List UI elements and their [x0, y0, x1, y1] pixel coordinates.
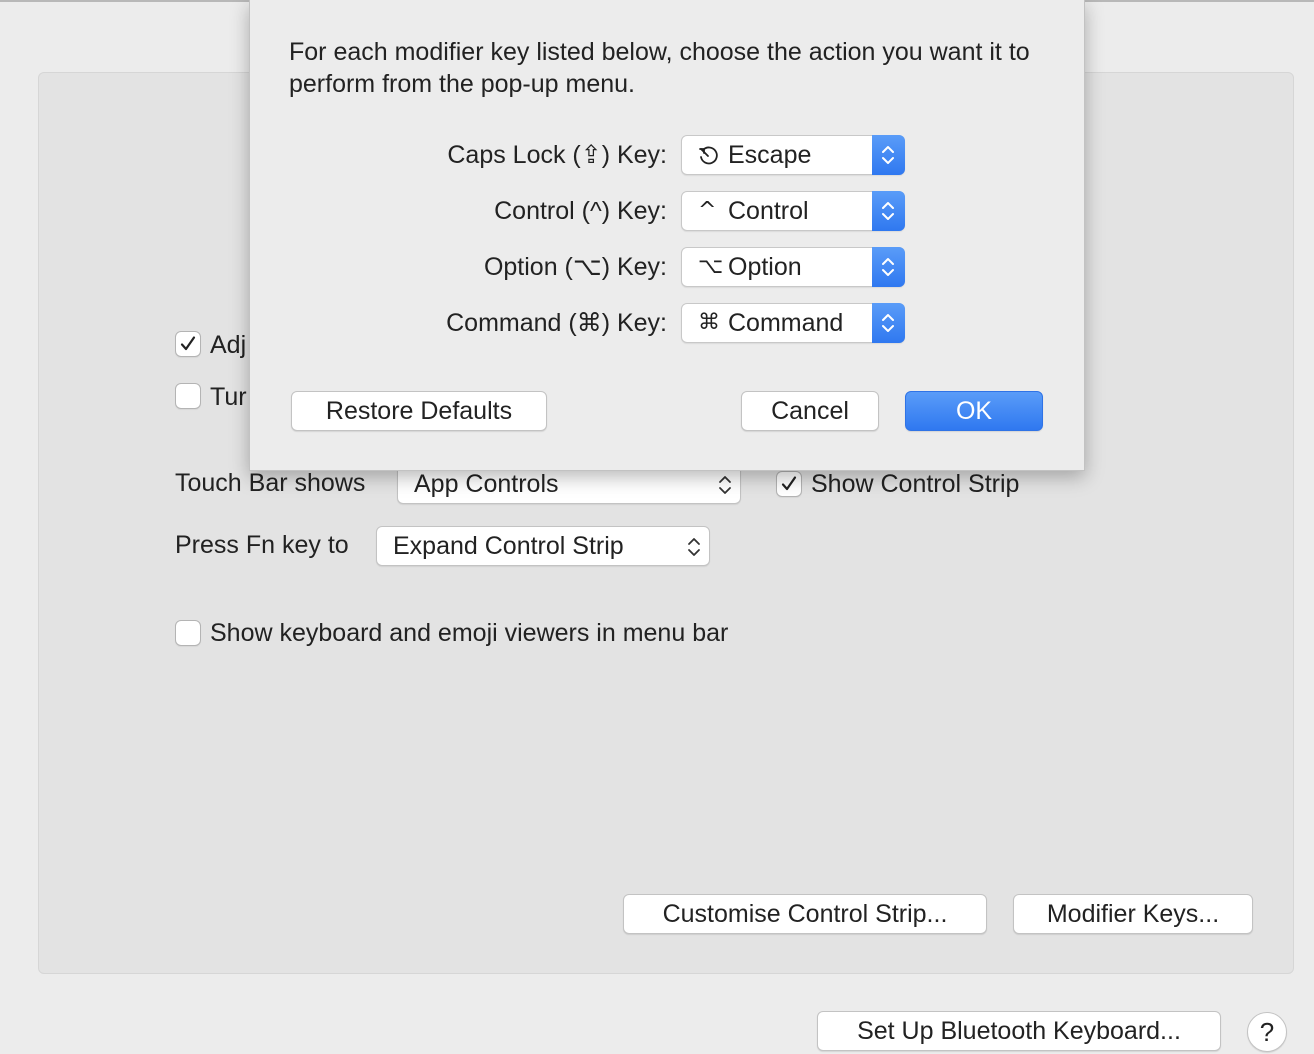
popup-stepper [872, 135, 905, 175]
show-viewers-checkbox[interactable] [175, 620, 201, 646]
modifier-keys-button[interactable]: Modifier Keys... [1013, 894, 1253, 934]
adjust-brightness-label: Adj [210, 331, 247, 359]
updown-arrows-icon [882, 202, 894, 220]
option-key-value: Option [728, 253, 802, 281]
press-fn-key-value: Expand Control Strip [393, 532, 624, 560]
restore-defaults-button[interactable]: Restore Defaults [291, 391, 547, 431]
modifier-keys-sheet: For each modifier key listed below, choo… [249, 0, 1085, 471]
popup-stepper [872, 191, 905, 231]
option-key-label: Option (⌥) Key: [483, 253, 667, 281]
popup-stepper [872, 247, 905, 287]
control-glyph-icon: ^ [698, 198, 717, 223]
press-fn-key-popup[interactable]: Expand Control Strip [376, 526, 710, 566]
updown-arrows-icon [719, 476, 731, 494]
command-key-value: Command [728, 309, 844, 337]
touch-bar-shows-value: App Controls [414, 470, 559, 498]
press-fn-key-label: Press Fn key to [175, 531, 349, 559]
updown-arrows-icon [688, 538, 700, 556]
control-key-popup[interactable]: ^ Control [681, 191, 905, 231]
checkmark-icon [180, 336, 196, 351]
command-key-label: Command (⌘) Key: [446, 309, 667, 337]
control-key-value: Control [728, 197, 809, 225]
popup-stepper [872, 303, 905, 343]
option-key-popup[interactable]: ⌥ Option [681, 247, 905, 287]
customise-control-strip-button[interactable]: Customise Control Strip... [623, 894, 987, 934]
touch-bar-shows-label: Touch Bar shows [175, 469, 366, 497]
show-control-strip-label: Show Control Strip [811, 470, 1020, 498]
command-glyph-icon: ⌘ [698, 310, 720, 335]
help-button[interactable]: ? [1247, 1012, 1287, 1052]
updown-arrows-icon [882, 258, 894, 276]
show-viewers-label: Show keyboard and emoji viewers in menu … [210, 619, 729, 647]
turn-off-backlight-checkbox[interactable] [175, 383, 201, 409]
checkmark-icon [781, 476, 797, 491]
option-glyph-icon: ⌥ [698, 254, 724, 279]
caps-lock-key-popup[interactable]: Escape [681, 135, 905, 175]
caps-lock-key-value: Escape [728, 141, 812, 169]
escape-icon [699, 146, 718, 165]
command-key-popup[interactable]: ⌘ Command [681, 303, 905, 343]
caps-lock-key-label: Caps Lock (⇪) Key: [447, 141, 667, 169]
turn-off-backlight-label: Tur [210, 383, 247, 411]
ok-button[interactable]: OK [905, 391, 1043, 431]
adjust-brightness-checkbox[interactable] [175, 331, 201, 357]
updown-arrows-icon [882, 314, 894, 332]
updown-arrows-icon [882, 146, 894, 164]
set-up-bluetooth-keyboard-button[interactable]: Set Up Bluetooth Keyboard... [817, 1011, 1221, 1051]
cancel-button[interactable]: Cancel [741, 391, 879, 431]
control-key-label: Control (^) Key: [494, 197, 667, 225]
show-control-strip-checkbox[interactable] [776, 471, 802, 497]
sheet-intro-text: For each modifier key listed below, choo… [289, 38, 1030, 98]
